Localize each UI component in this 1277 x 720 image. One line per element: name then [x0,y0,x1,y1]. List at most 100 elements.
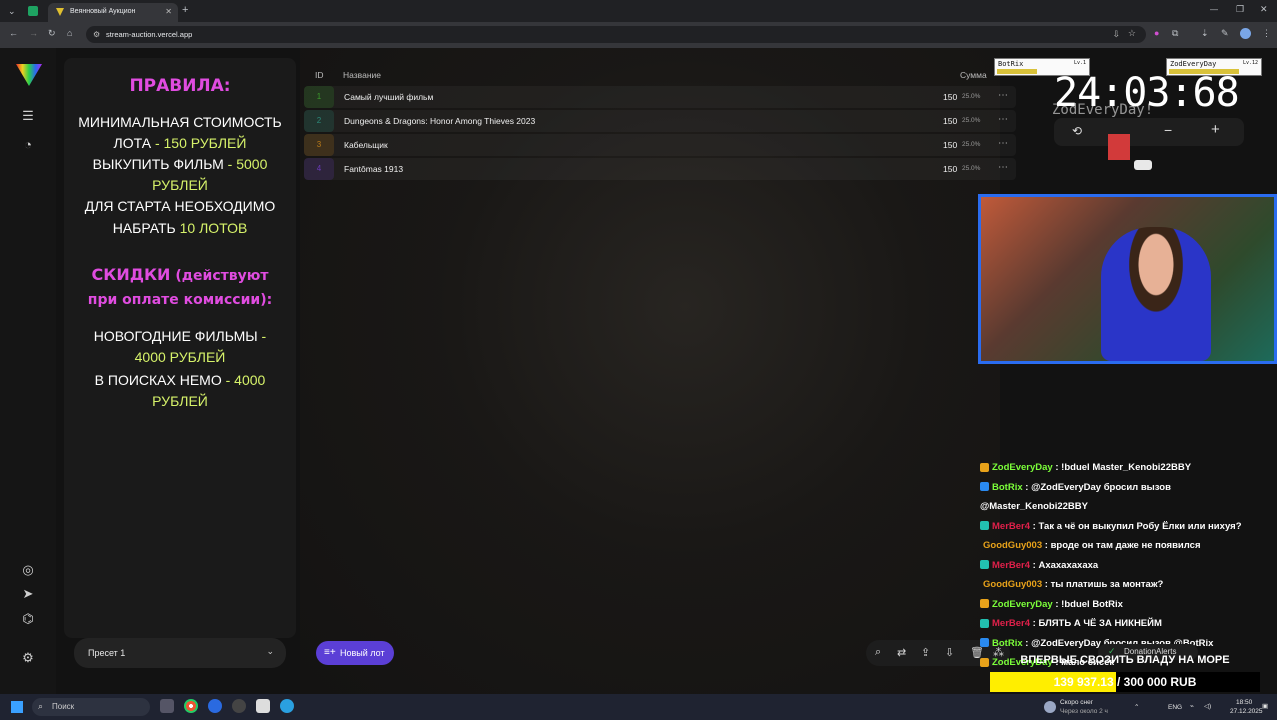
app-taskbar-icon[interactable] [256,699,270,713]
lot-menu-icon[interactable]: ⋯ [998,138,1008,149]
tab-auction[interactable]: Веянновый Аукцион ✕ [48,3,178,22]
lot-name[interactable]: Самый лучший фильм [344,92,433,102]
lot-menu-icon[interactable]: ⋯ [998,90,1008,101]
rule-line: МИНИМАЛЬНАЯ СТОИМОСТЬ [78,114,282,130]
lot-sum[interactable]: 150 [943,164,957,174]
chrome-taskbar-icon[interactable] [184,699,198,713]
lot-percent: 25.0% [962,165,981,172]
column-header-sum: Сумма [960,70,987,80]
streamer-icon[interactable]: ◎ [20,562,36,578]
lot-sum[interactable]: 150 [943,116,957,126]
extension-icon[interactable]: ● [1154,29,1159,38]
lot-name[interactable]: Fantômas 1913 [344,164,403,174]
add-list-icon: ≡+ [324,647,336,658]
rule-line: ЛОТА - 150 РУБЛЕЙ [113,135,247,151]
lot-id: 4 [304,158,334,180]
new-tab-icon[interactable]: + [182,5,188,16]
pixel-pet-sprite [1134,160,1152,170]
obs-icon[interactable] [232,699,246,713]
github-icon[interactable]: ⌬ [20,611,36,627]
tab-list-icon[interactable]: ⌄ [8,7,16,16]
tray-chevron-icon[interactable]: ⌃ [1134,703,1139,711]
profile-avatar[interactable] [1240,28,1251,39]
reset-timer-icon[interactable]: ⟲ [1072,124,1082,138]
window-close-icon[interactable]: ✕ [1260,5,1268,14]
forward-icon[interactable]: → [29,29,38,38]
lot-name[interactable]: Кабельщик [344,140,388,150]
download-icon[interactable]: ⇩ [945,646,954,659]
chat-message: GoodGuy003 : вроде он там даже не появил… [980,536,1277,556]
chat-badge-icon [980,618,989,628]
rule-line: ВЫКУПИТЬ ФИЛЬМ - 5000 [92,156,268,172]
chat-username: MerBer4 [992,520,1031,532]
extensions-puzzle-icon[interactable]: ⧉ [1172,29,1178,38]
telegram-icon[interactable]: ➤ [20,586,36,602]
rule-line: НАБРАТЬ 10 ЛОТОВ [112,220,248,236]
reload-icon[interactable]: ↻ [48,29,56,38]
notifications-icon[interactable]: ▣ [1262,702,1268,710]
new-lot-label: Новый лот [340,648,385,658]
chat-message: MerBer4 : БЛЯТЬ А ЧЁ ЗА НИКНЕЙМ [980,614,1277,634]
lot-menu-icon[interactable]: ⋯ [998,162,1008,173]
minimize-icon[interactable]: — [1210,6,1218,14]
windows-start-icon[interactable] [11,701,23,713]
taskbar-search[interactable]: ⌕ Поиск [32,698,150,716]
lot-sum[interactable]: 150 [943,92,957,102]
auction-page: ☰ ◔ ◎ ➤ ⌬ ⚙ ПРАВИЛА: МИНИМАЛЬНАЯ СТОИМОС… [0,48,1277,694]
back-icon[interactable]: ← [9,29,18,38]
telegram-taskbar-icon[interactable] [280,699,294,713]
chat-text: : !bduel Master_Kenobi22BBY [1055,462,1192,473]
clock-time[interactable]: 18:50 [1236,699,1252,706]
sheets-tab-icon[interactable] [28,6,38,16]
lots-list-icon[interactable]: ☰ [20,108,36,124]
chat-text: : Так а чё он выкупил Робу Ёлки или ниху… [1032,520,1242,532]
discount-line: НОВОГОДНИЕ ФИЛЬМЫ - [93,328,267,344]
chat-message: ZodEveryDay : !bduel Master_Kenobi22BBY [980,458,1277,478]
lot-menu-icon[interactable]: ⋯ [998,114,1008,125]
music-app-icon[interactable] [208,699,222,713]
url-bar[interactable]: ⚙ stream-auction.vercel.app ⇩ ☆ [86,26,1146,43]
lot-sum[interactable]: 150 [943,140,957,150]
triangle-favicon-icon [56,8,64,16]
shuffle-icon[interactable]: ⇄ [897,646,906,659]
table-row[interactable]: 3 Кабельщик 150 25.0% ⋯ [304,134,1016,156]
home-icon[interactable]: ⌂ [67,29,72,38]
discount-line: В ПОИСКАХ НЕМО - 4000 [94,372,266,388]
chat-username: ZodEveryDay [992,462,1053,473]
preset-select[interactable]: Пресет 1 ⌄ [74,638,286,668]
table-row[interactable]: 1 Самый лучший фильм 150 25.0% ⋯ [304,86,1016,108]
timer-minus-button[interactable]: − [1164,122,1172,138]
network-icon[interactable]: ⌁ [1190,702,1194,710]
close-tab-icon[interactable]: ✕ [165,7,172,16]
task-view-icon[interactable] [160,699,174,713]
browser-menu-icon[interactable]: ⋮ [1262,29,1271,38]
weather-title: Скоро снег [1060,699,1094,706]
language-indicator[interactable]: ENG [1168,704,1182,711]
new-lot-button[interactable]: ≡+ Новый лот [316,641,394,665]
timer-plus-button[interactable]: + [1211,121,1220,138]
maximize-icon[interactable]: ❐ [1236,5,1244,14]
install-app-icon[interactable]: ⇩ [1112,29,1120,40]
table-row[interactable]: 2 Dungeons & Dragons: Honor Among Thieves… [304,110,1016,132]
table-row[interactable]: 4 Fantômas 1913 150 25.0% ⋯ [304,158,1016,180]
pin-icon[interactable]: ✎ [1221,29,1229,38]
downloads-icon[interactable]: ⇣ [1201,29,1209,38]
volume-icon[interactable]: ◁) [1204,702,1211,710]
chat-username: MerBer4 [992,618,1031,629]
history-icon[interactable]: ◔ [20,137,36,153]
settings-gear-icon[interactable]: ⚙ [20,650,36,666]
bookmark-star-icon[interactable]: ☆ [1128,28,1136,39]
chat-username: GoodGuy003 [983,579,1043,590]
site-info-icon[interactable]: ⚙ [93,30,100,39]
upload-icon[interactable]: ⇪ [921,646,930,659]
lot-name[interactable]: Dungeons & Dragons: Honor Among Thieves … [344,116,535,126]
chat-badge-icon [980,482,989,492]
lot-id: 2 [304,110,334,132]
clock-date[interactable]: 27.12.2025 [1230,708,1263,715]
search-icon[interactable]: ⌕ [875,646,881,659]
weather-icon[interactable] [1044,701,1056,713]
chat-badge-icon [980,599,989,609]
app-logo[interactable] [16,64,42,86]
rule-line: РУБЛЕЙ [152,177,208,193]
chat-badge-icon [980,560,989,570]
